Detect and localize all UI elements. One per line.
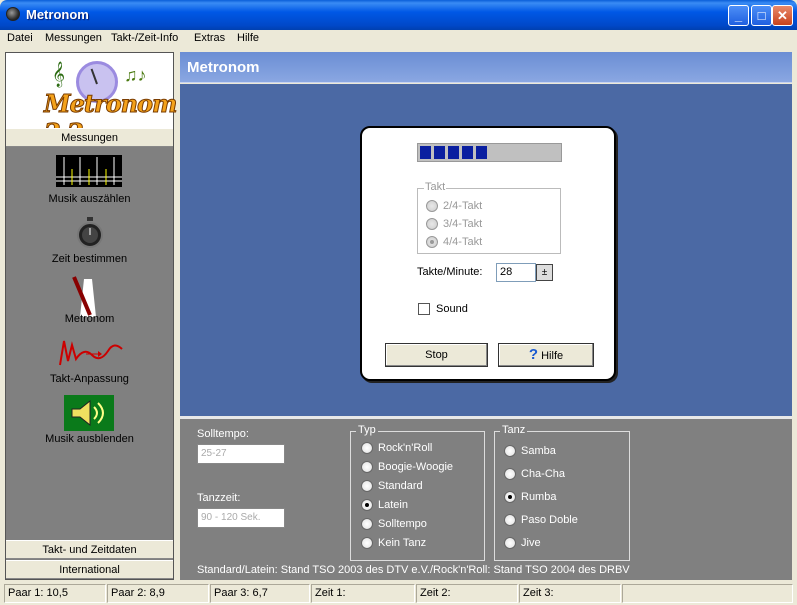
radio-button[interactable] [504,468,516,480]
sound-checkbox[interactable] [418,303,430,315]
takt-groupbox: Takt 2/4-Takt 3/4-Takt 4/4-Takt [417,181,561,254]
takt-group-title: Takt [424,181,447,193]
radio-button[interactable] [504,445,516,457]
radio-button[interactable] [361,518,373,530]
radio-button-selected[interactable] [504,491,516,503]
sidebar-item-label: Musik ausblenden [45,433,134,445]
radio-label: Kein Tanz [378,537,427,549]
status-zeit-1: Zeit 1: [311,584,415,603]
status-paar-3: Paar 3: 6,7 [210,584,310,603]
tanzzeit-field: 90 - 120 Sek. [197,508,285,528]
tempo-label: Takte/Minute: [417,266,483,278]
tanz-group-title: Tanz [500,424,528,436]
menu-hilfe[interactable]: Hilfe [237,32,259,44]
status-bar: Paar 1: 10,5 Paar 2: 8,9 Paar 3: 6,7 Zei… [0,582,797,605]
radio-button[interactable] [361,480,373,492]
status-empty [622,584,793,603]
sidebar: 𝄞 ♫♪ Metronom 2.2 Messungen Musik auszäh… [5,52,178,580]
wave-icon [59,340,123,366]
radio-label: 2/4-Takt [443,200,483,212]
minimize-button[interactable]: _ [728,5,749,26]
typ-group-title: Typ [356,424,378,436]
window-title: Metronom [26,7,89,22]
radio-button-selected[interactable] [426,236,438,248]
radio-label: 4/4-Takt [443,236,483,248]
sidebar-item-takt-anpassung[interactable]: Takt-Anpassung [6,333,173,388]
sidebar-item-label: Takt-Anpassung [50,373,129,385]
typ-groupbox: Typ Rock'n'Roll Boogie-Woogie Standard L… [350,424,485,561]
app-icon [6,7,20,21]
radio-button[interactable] [426,218,438,230]
page-title: Metronom [187,59,260,76]
metronom-dialog: Takt 2/4-Takt 3/4-Takt 4/4-Takt Takte/Mi… [360,126,616,381]
rules-footnote: Standard/Latein: Stand TSO 2003 des DTV … [197,564,630,576]
metronome-icon [72,276,96,317]
radio-label: Samba [521,445,556,457]
tanzzeit-label: Tanzzeit: [197,492,241,504]
sidebar-item-label: Musik auszählen [48,193,131,205]
progress-block [462,146,473,159]
tanz-groupbox: Tanz Samba Cha-Cha Rumba Paso Doble Jive [494,424,630,561]
page-title-bar: Metronom [180,52,792,83]
sidebar-item-musik-auszaehlen[interactable]: Musik auszählen [6,153,173,208]
radio-button[interactable] [426,200,438,212]
sidebar-item-zeit-bestimmen[interactable]: Zeit bestimmen [6,213,173,268]
maximize-button[interactable]: □ [751,5,772,26]
menu-extras[interactable]: Extras [194,32,225,44]
sound-label: Sound [436,303,468,315]
status-paar-2: Paar 2: 8,9 [107,584,209,603]
radio-label: Solltempo [378,518,427,530]
sidebar-header-international[interactable]: International [6,560,173,579]
stop-button[interactable]: Stop [385,343,488,367]
radio-button[interactable] [361,537,373,549]
progress-block [420,146,431,159]
sidebar-header-takt-zeitdaten[interactable]: Takt- und Zeitdaten [6,540,173,559]
radio-label: Jive [521,537,541,549]
title-bar[interactable]: Metronom _ □ ✕ [0,0,797,30]
beat-progress-bar [417,143,562,162]
speaker-icon [64,395,114,431]
question-icon: ? [528,346,539,363]
music-notes-icon: ♫♪ [124,65,147,85]
progress-block [448,146,459,159]
menu-messungen[interactable]: Messungen [45,32,102,44]
status-paar-1: Paar 1: 10,5 [4,584,106,603]
radio-label: Cha-Cha [521,468,566,480]
radio-button[interactable] [504,537,516,549]
radio-label: Paso Doble [521,514,578,526]
help-button[interactable]: ? Hilfe [498,343,594,367]
help-label: Hilfe [541,350,564,362]
close-button[interactable]: ✕ [772,5,793,26]
sidebar-item-musik-ausblenden[interactable]: Musik ausblenden [6,393,173,448]
menu-datei[interactable]: Datei [7,32,33,44]
radio-label: Rock'n'Roll [378,442,433,454]
radio-label: Latein [378,499,408,511]
progress-block [434,146,445,159]
sidebar-item-label: Zeit bestimmen [51,253,128,265]
tempo-input[interactable]: 28 [496,263,536,282]
sidebar-item-label: Metronom [64,313,115,325]
radio-button[interactable] [361,442,373,454]
status-zeit-3: Zeit 3: [519,584,621,603]
solltempo-field: 25-27 [197,444,285,464]
radio-label: Standard [378,480,423,492]
app-logo: 𝄞 ♫♪ Metronom 2.2 [6,53,178,148]
sidebar-header-messungen[interactable]: Messungen [6,128,173,147]
radio-label: Boogie-Woogie [378,461,454,473]
progress-block [476,146,487,159]
menu-takt-zeit-info[interactable]: Takt-/Zeit-Info [111,32,178,44]
radio-label: 3/4-Takt [443,218,483,230]
sidebar-item-metronom[interactable]: Metronom [6,273,173,328]
music-count-icon [56,155,122,187]
stopwatch-icon [77,217,103,248]
tempo-spin-button[interactable]: ± [536,264,553,281]
radio-button[interactable] [504,514,516,526]
radio-button-selected[interactable] [361,499,373,511]
treble-clef-icon: 𝄞 [52,61,66,86]
radio-label: Rumba [521,491,557,503]
solltempo-label: Solltempo: [197,428,249,440]
radio-button[interactable] [361,461,373,473]
status-zeit-2: Zeit 2: [416,584,518,603]
menu-bar: Datei Messungen Takt-/Zeit-Info Extras H… [0,30,797,48]
